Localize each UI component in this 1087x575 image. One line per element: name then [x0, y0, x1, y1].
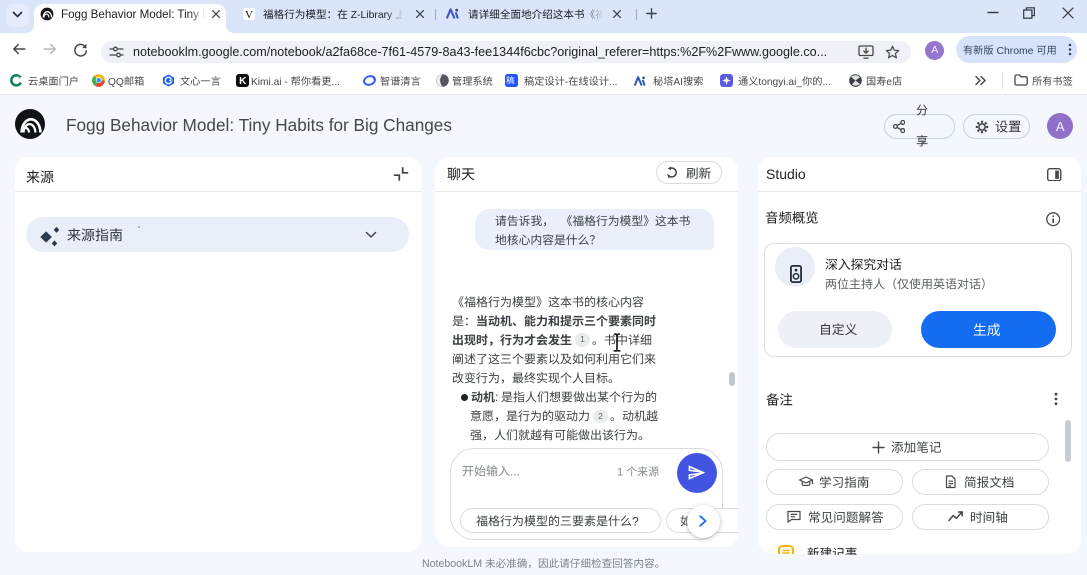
svg-text:K: K [239, 76, 247, 87]
svg-text:-: - [565, 76, 568, 87]
svg-text:...: ... [332, 76, 341, 87]
svg-text:?: ? [632, 514, 639, 528]
svg-text:NotebookLM: NotebookLM [422, 559, 482, 571]
svg-text:1: 1 [617, 466, 623, 478]
svg-text:...: ... [510, 464, 520, 478]
svg-text:AI: AI [673, 76, 683, 87]
svg-text:Chrome: Chrome [997, 46, 1034, 57]
svg-text:V: V [245, 9, 253, 20]
svg-text:QQ: QQ [108, 76, 124, 87]
svg-text:tongyi.ai_: tongyi.ai_ [758, 76, 802, 87]
svg-text:...: ... [609, 76, 618, 87]
svg-text:...: ... [823, 76, 832, 87]
svg-text:Kimi.ai -: Kimi.ai - [251, 76, 288, 87]
svg-text:e: e [886, 76, 892, 87]
